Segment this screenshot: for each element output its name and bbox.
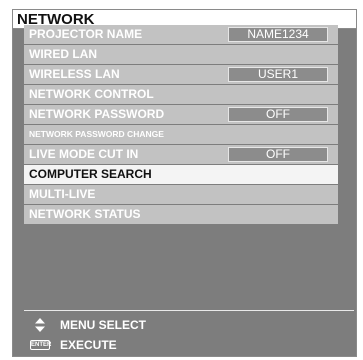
menu-item-computer-search[interactable]: COMPUTER SEARCH: [24, 165, 338, 184]
enter-badge: ENTER: [30, 340, 52, 350]
menu-item-network-password-change[interactable]: NETWORK PASSWORD CHANGE: [24, 125, 338, 144]
menu-item-label: NETWORK STATUS: [29, 207, 141, 221]
up-down-arrows-icon: [30, 317, 50, 333]
menu-item-label: MULTI-LIVE: [29, 187, 96, 201]
menu-item-label: COMPUTER SEARCH: [29, 167, 152, 181]
wireless-lan-value: USER1: [228, 67, 328, 82]
legend-execute-label: EXECUTE: [60, 338, 117, 352]
menu-item-wireless-lan[interactable]: WIRELESS LAN USER1: [24, 65, 338, 84]
live-mode-cut-in-value: OFF: [228, 147, 328, 162]
menu-item-label: NETWORK CONTROL: [29, 87, 154, 101]
menu-item-network-password[interactable]: NETWORK PASSWORD OFF: [24, 105, 338, 124]
legend-menu-select-label: MENU SELECT: [60, 318, 147, 332]
menu-item-multi-live[interactable]: MULTI-LIVE: [24, 185, 338, 204]
menu-item-projector-name[interactable]: PROJECTOR NAME NAME1234: [24, 25, 338, 44]
menu-item-label: WIRED LAN: [29, 47, 97, 61]
menu-item-network-control[interactable]: NETWORK CONTROL: [24, 85, 338, 104]
menu-item-label: NETWORK PASSWORD: [29, 107, 165, 121]
menu-item-label: PROJECTOR NAME: [29, 27, 143, 41]
menu-item-label: WIRELESS LAN: [29, 67, 120, 81]
projector-name-value: NAME1234: [228, 27, 328, 42]
menu-item-label: NETWORK PASSWORD CHANGE: [29, 129, 164, 139]
enter-key-icon: ENTER: [30, 337, 52, 353]
network-password-value: OFF: [228, 107, 328, 122]
legend-divider: [24, 310, 354, 311]
menu-item-network-status[interactable]: NETWORK STATUS: [24, 205, 338, 224]
menu-item-label: LIVE MODE CUT IN: [29, 147, 139, 161]
menu-item-wired-lan[interactable]: WIRED LAN: [24, 45, 338, 64]
menu-item-live-mode-cut-in[interactable]: LIVE MODE CUT IN OFF: [24, 145, 338, 164]
